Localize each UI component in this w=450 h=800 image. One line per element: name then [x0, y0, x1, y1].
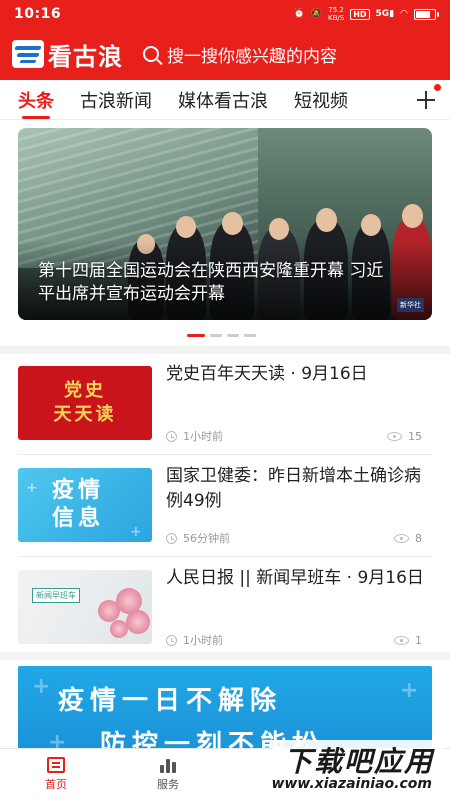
clock-icon: [166, 532, 177, 544]
nav-service-label: 服务: [157, 778, 179, 791]
section-divider: [0, 652, 450, 660]
banner-title: 第十四届全国运动会在陕西西安隆重开幕 习近平出席并宣布运动会开幕: [38, 261, 384, 304]
nav-service[interactable]: 服务: [112, 749, 224, 800]
alarm-icon: ⏰: [293, 9, 305, 19]
news-time: 1小时前: [183, 634, 223, 647]
news-views: 1: [415, 633, 422, 647]
app-header: 看古浪 搜一搜你感兴趣的内容: [0, 28, 450, 80]
promo-line1: 疫情一日不解除: [58, 686, 283, 716]
news-item[interactable]: 党史 天天读 党史百年天天读 · 9月16日 1小时前 15: [0, 358, 450, 458]
app-name: 看古浪: [48, 41, 123, 71]
news-item[interactable]: + + 疫情 信息 国家卫健委：昨日新增本土确诊病例49例 56分钟前 8: [0, 460, 450, 560]
news-time: 1小时前: [183, 430, 223, 443]
news-time: 56分钟前: [183, 532, 230, 545]
row-separator: [18, 454, 432, 455]
carousel-indicator: [187, 334, 256, 337]
clock-icon: [166, 634, 177, 646]
wifi-icon: ◠: [400, 9, 408, 19]
news-thumbnail: 新闻早班车: [18, 570, 152, 644]
battery-icon: [414, 8, 439, 20]
news-title: 国家卫健委：昨日新增本土确诊病例49例: [166, 466, 421, 511]
search-bar[interactable]: 搜一搜你感兴趣的内容: [143, 42, 337, 67]
news-meta: 1小时前 1: [166, 632, 422, 648]
row-separator: [18, 556, 432, 557]
logo-icon: [12, 40, 44, 68]
search-icon: [143, 46, 159, 62]
status-icons: ⏰ 🔕 75.2 KB/S HD 5G▮ ◠: [293, 6, 439, 22]
notification-dot: [434, 84, 441, 91]
mute-icon: 🔕: [310, 9, 322, 19]
news-item[interactable]: 新闻早班车 人民日报 || 新闻早班车 · 9月16日 1小时前 1: [0, 562, 450, 662]
tab-short-video[interactable]: 短视频: [294, 81, 350, 119]
home-icon: [47, 757, 65, 773]
banner-source-mark: 新华社: [397, 298, 424, 312]
nav-home[interactable]: 首页: [0, 749, 112, 800]
thumbnail-tag: 新闻早班车: [32, 588, 80, 603]
watermark-text: 下载吧应用: [283, 745, 434, 778]
news-views: 8: [415, 531, 422, 545]
carousel-dot[interactable]: [210, 334, 222, 337]
news-title: 党史百年天天读 · 9月16日: [166, 364, 368, 384]
carousel-dot[interactable]: [227, 334, 239, 337]
tab-gulang-news[interactable]: 古浪新闻: [80, 81, 152, 119]
add-channel-button[interactable]: [414, 84, 441, 112]
hd-badge: HD: [350, 8, 370, 20]
news-views: 15: [408, 429, 422, 443]
news-thumbnail: + + 疫情 信息: [18, 468, 152, 542]
nav-home-label: 首页: [45, 778, 67, 791]
clock-icon: [166, 430, 177, 442]
app-logo[interactable]: 看古浪: [12, 37, 123, 72]
news-thumbnail: 党史 天天读: [18, 366, 152, 440]
channel-tabs: 头条 古浪新闻 媒体看古浪 短视频: [0, 80, 450, 120]
news-title: 人民日报 || 新闻早班车 · 9月16日: [166, 568, 424, 588]
news-meta: 1小时前 15: [166, 428, 422, 444]
tab-fade: [380, 80, 410, 119]
watermark-url: www.xiazainiao.com: [271, 776, 432, 792]
signal-icon: 5G▮: [375, 9, 395, 19]
carousel-dot[interactable]: [187, 334, 205, 337]
headline-banner[interactable]: 第十四届全国运动会在陕西西安隆重开幕 习近平出席并宣布运动会开幕 新华社: [18, 128, 432, 320]
eye-icon: [394, 533, 409, 543]
status-bar: 10:16 ⏰ 🔕 75.2 KB/S HD 5G▮ ◠: [0, 0, 450, 28]
net-speed: 75.2 KB/S: [327, 6, 345, 22]
section-divider: [0, 346, 450, 354]
tab-toutiao[interactable]: 头条: [18, 81, 54, 119]
status-time: 10:16: [14, 6, 62, 22]
tab-media-gulang[interactable]: 媒体看古浪: [178, 81, 268, 119]
news-meta: 56分钟前 8: [166, 530, 422, 546]
watermark: 下载吧应用 www.xiazainiao.com: [271, 740, 444, 798]
carousel-dot[interactable]: [244, 334, 256, 337]
eye-icon: [387, 431, 402, 441]
service-icon: [159, 757, 177, 773]
eye-icon: [394, 635, 409, 645]
search-placeholder: 搜一搜你感兴趣的内容: [167, 46, 337, 67]
